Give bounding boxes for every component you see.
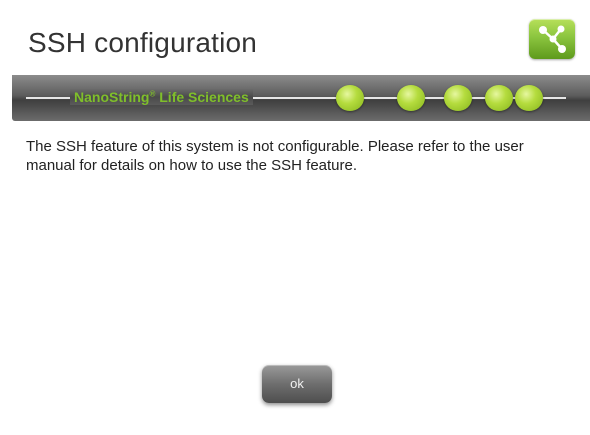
- ssh-configuration-dialog: SSH configuration NanoString® Life Scien…: [0, 0, 590, 435]
- brand-suffix: Life Sciences: [155, 89, 249, 105]
- progress-dot-icon: [444, 85, 472, 111]
- brand-name: NanoString: [74, 89, 150, 105]
- dialog-title: SSH configuration: [28, 27, 258, 58]
- brand-banner: NanoString® Life Sciences: [12, 75, 590, 121]
- ok-button[interactable]: ok: [262, 365, 332, 403]
- dialog-header: SSH configuration: [0, 0, 590, 74]
- progress-dot-icon: [515, 85, 543, 111]
- progress-dot-icon: [485, 85, 513, 111]
- dialog-message: The SSH feature of this system is not co…: [26, 138, 524, 174]
- progress-dot-icon: [397, 85, 425, 111]
- network-nodes-icon: [529, 19, 575, 59]
- progress-dot-icon: [336, 85, 364, 111]
- brand-logo-text: NanoString® Life Sciences: [70, 89, 253, 105]
